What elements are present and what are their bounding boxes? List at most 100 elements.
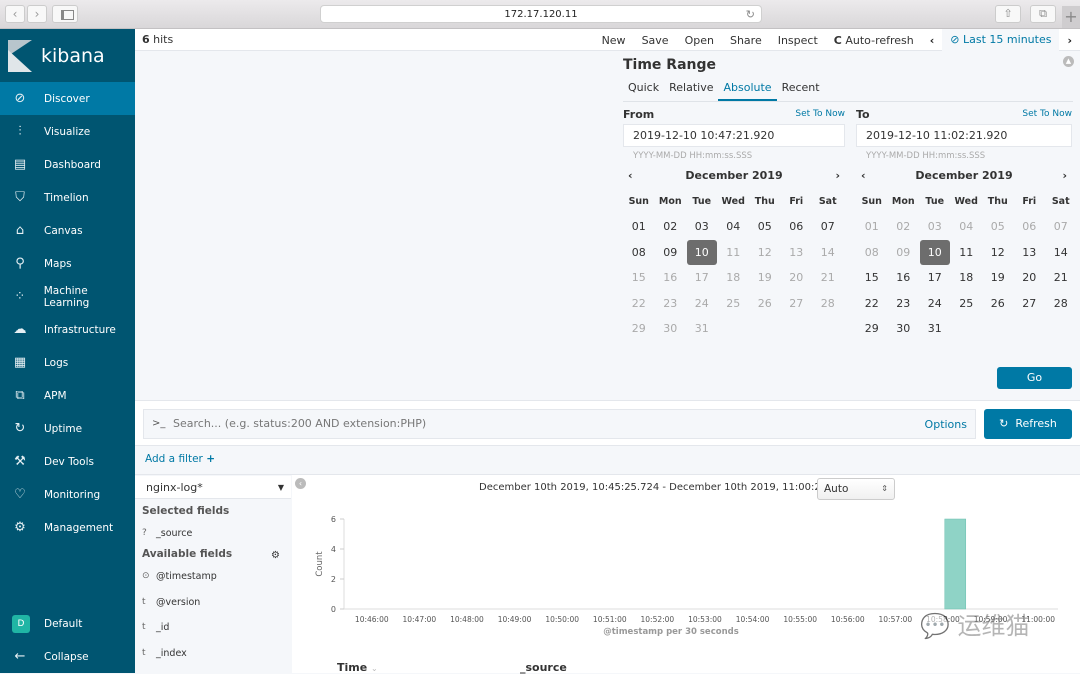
from-set-now-link[interactable]: Set To Now	[795, 109, 845, 119]
sidebar-item-visualize[interactable]: ⫶ Visualize	[0, 115, 135, 148]
to-calendar-day[interactable]: 14	[1045, 240, 1077, 266]
to-calendar-day[interactable]: 21	[1045, 265, 1077, 291]
collapse-button[interactable]: ← Collapse	[0, 640, 135, 673]
to-calendar-day[interactable]: 27	[1014, 291, 1046, 317]
sidebar-item-management[interactable]: ⚙ Management	[0, 511, 135, 544]
from-calendar-day[interactable]: 13	[781, 240, 813, 266]
to-calendar-day[interactable]: 08	[856, 240, 888, 266]
to-calendar-day[interactable]: 12	[982, 240, 1014, 266]
field-item[interactable]: ? _source	[142, 528, 192, 539]
to-calendar-day[interactable]: 11	[951, 240, 983, 266]
sidebar-item-dashboard[interactable]: ▤ Dashboard	[0, 148, 135, 181]
from-calendar-day[interactable]: 16	[655, 265, 687, 291]
tabs-overview-icon[interactable]: ⧉	[1030, 5, 1056, 23]
address-bar[interactable]: 172.17.120.11 ↻	[320, 5, 762, 23]
from-calendar-day[interactable]: 22	[623, 291, 655, 317]
to-calendar-day[interactable]: 20	[1014, 265, 1046, 291]
from-calendar-day[interactable]: 02	[655, 214, 687, 240]
add-filter-link[interactable]: Add a filter +	[145, 453, 215, 465]
from-calendar-day[interactable]: 12	[749, 240, 781, 266]
to-calendar-day[interactable]: 22	[856, 291, 888, 317]
inspect-button[interactable]: Inspect	[770, 34, 826, 47]
sidebar-item-apm[interactable]: ⧉ APM	[0, 379, 135, 412]
from-calendar-day[interactable]: 09	[655, 240, 687, 266]
share-button[interactable]: Share	[722, 34, 770, 47]
from-calendar-day[interactable]: 28	[812, 291, 844, 317]
refresh-button[interactable]: ↻ Refresh	[984, 409, 1072, 439]
share-icon[interactable]: ⇧	[995, 5, 1021, 23]
to-calendar-day[interactable]: 29	[856, 316, 888, 342]
to-calendar-day[interactable]: 30	[888, 316, 920, 342]
from-prev-month-icon[interactable]: ‹	[628, 169, 633, 182]
from-calendar-day[interactable]: 18	[718, 265, 750, 291]
to-calendar-day[interactable]: 15	[856, 265, 888, 291]
from-calendar-day[interactable]: 31	[686, 316, 718, 342]
time-column-header[interactable]: Time ⌄	[337, 661, 378, 674]
from-calendar-day[interactable]: 15	[623, 265, 655, 291]
sidebar-item-discover[interactable]: ⊘ Discover	[0, 82, 135, 115]
to-calendar-day[interactable]: 19	[982, 265, 1014, 291]
space-selector[interactable]: D Default	[0, 607, 135, 640]
field-item[interactable]: ⊙ @timestamp	[142, 571, 217, 582]
kibana-logo[interactable]: kibana	[0, 29, 135, 82]
to-calendar-day[interactable]: 09	[888, 240, 920, 266]
sidebar-item-maps[interactable]: ⚲ Maps	[0, 247, 135, 280]
from-calendar-day[interactable]: 27	[781, 291, 813, 317]
to-calendar-day[interactable]: 06	[1014, 214, 1046, 240]
from-calendar-day[interactable]: 10	[687, 239, 717, 265]
from-calendar-day[interactable]: 08	[623, 240, 655, 266]
go-button[interactable]: Go	[997, 367, 1072, 389]
tab-recent[interactable]: Recent	[777, 78, 825, 101]
sidebar-toggle-icon[interactable]	[52, 5, 78, 23]
from-calendar-day[interactable]: 07	[812, 214, 844, 240]
from-calendar-day[interactable]: 21	[812, 265, 844, 291]
to-calendar-day[interactable]: 24	[919, 291, 951, 317]
from-calendar-day[interactable]: 19	[749, 265, 781, 291]
to-prev-month-icon[interactable]: ‹	[861, 169, 866, 182]
save-button[interactable]: Save	[634, 34, 677, 47]
reload-icon[interactable]: ↻	[746, 6, 755, 23]
to-calendar-day[interactable]: 26	[982, 291, 1014, 317]
to-calendar-day[interactable]: 10	[920, 239, 950, 265]
back-button[interactable]: ‹	[5, 5, 25, 23]
to-calendar-day[interactable]: 13	[1014, 240, 1046, 266]
from-calendar-day[interactable]: 25	[718, 291, 750, 317]
to-input[interactable]: 2019-12-10 11:02:21.920	[856, 124, 1072, 147]
to-calendar-day[interactable]: 16	[888, 265, 920, 291]
new-tab-button[interactable]: +	[1062, 6, 1080, 28]
sidebar-item-machine-learning[interactable]: ⁘ Machine Learning	[0, 280, 135, 313]
field-item[interactable]: t _index	[142, 648, 187, 659]
to-set-now-link[interactable]: Set To Now	[1022, 109, 1072, 119]
from-calendar-day[interactable]: 11	[718, 240, 750, 266]
sidebar-item-uptime[interactable]: ↻ Uptime	[0, 412, 135, 445]
open-button[interactable]: Open	[677, 34, 722, 47]
tab-absolute[interactable]: Absolute	[718, 78, 777, 101]
from-calendar-day[interactable]: 26	[749, 291, 781, 317]
to-calendar-day[interactable]: 28	[1045, 291, 1077, 317]
auto-refresh-button[interactable]: C Auto-refresh	[826, 34, 922, 47]
time-picker-button[interactable]: ⊘ Last 15 minutes	[942, 29, 1060, 51]
collapse-sidebar-icon[interactable]: ‹	[295, 478, 306, 489]
search-input[interactable]: >_ Search... (e.g. status:200 AND extens…	[143, 409, 976, 439]
sidebar-item-infrastructure[interactable]: ☁ Infrastructure	[0, 313, 135, 346]
from-calendar-day[interactable]: 01	[623, 214, 655, 240]
to-calendar-day[interactable]: 07	[1045, 214, 1077, 240]
interval-select[interactable]: Auto ⇕	[817, 478, 895, 500]
new-button[interactable]: New	[594, 34, 634, 47]
options-button[interactable]: Options	[925, 418, 967, 431]
to-calendar-day[interactable]: 25	[951, 291, 983, 317]
from-input[interactable]: 2019-12-10 10:47:21.920	[623, 124, 845, 147]
to-calendar-day[interactable]: 01	[856, 214, 888, 240]
from-calendar-day[interactable]: 05	[749, 214, 781, 240]
from-calendar-day[interactable]: 30	[655, 316, 687, 342]
gear-icon[interactable]: ⚙	[271, 550, 280, 561]
to-calendar-day[interactable]: 03	[919, 214, 951, 240]
sidebar-item-dev-tools[interactable]: ⚒ Dev Tools	[0, 445, 135, 478]
index-pattern-select[interactable]: nginx-log* ▼	[135, 476, 291, 499]
from-calendar-day[interactable]: 20	[781, 265, 813, 291]
from-calendar-day[interactable]: 23	[655, 291, 687, 317]
field-item[interactable]: t @version	[142, 597, 200, 608]
sort-icon[interactable]: ⌄	[371, 664, 378, 673]
sidebar-item-logs[interactable]: ▦ Logs	[0, 346, 135, 379]
to-calendar-day[interactable]: 18	[951, 265, 983, 291]
